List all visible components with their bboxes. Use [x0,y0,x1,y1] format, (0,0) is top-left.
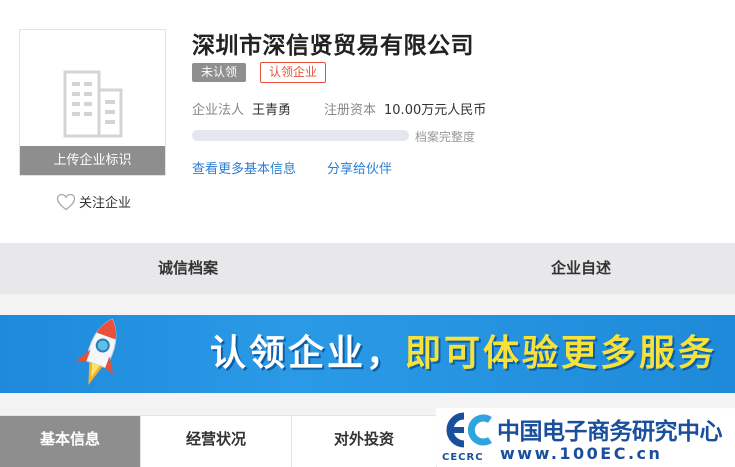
capital-row: 注册资本 10.00万元人民币 [324,99,486,118]
unclaimed-badge: 未认领 [192,63,247,82]
company-header: 上传企业标识 关注企业 深圳市深信贤贸易有限公司 未认领 认领企业 企业法人 王青… [0,0,735,243]
legal-person-label: 企业法人 [192,103,245,118]
watermark-abbr: CECRC [442,452,484,463]
upload-logo-button[interactable]: 上传企业标识 [20,146,165,175]
completeness-progress-bar [192,130,409,141]
tab-business-status[interactable]: 经营状况 [141,416,292,467]
banner-text-yellow: 即可体验更多服务 [405,333,718,374]
cecrc-logo-icon [446,412,492,448]
claim-company-button[interactable]: 认领企业 [260,62,327,83]
building-icon [63,70,123,138]
divider [0,294,735,315]
share-link[interactable]: 分享给伙伴 [327,158,392,177]
tab-self-description[interactable]: 企业自述 [481,243,681,294]
watermark-name: 中国电子商务研究中心 [497,419,723,445]
tab-credit-file[interactable]: 诚信档案 [88,243,288,294]
company-name: 深圳市深信贤贸易有限公司 [192,33,474,59]
tab-basic-info[interactable]: 基本信息 [0,416,141,467]
completeness-label: 档案完整度 [415,130,476,144]
claim-banner[interactable]: 认领企业，即可体验更多服务 [0,315,735,393]
heart-icon [56,193,76,210]
rocket-icon [75,318,117,385]
follow-label: 关注企业 [79,196,132,211]
legal-person-row: 企业法人 王青勇 [192,99,291,118]
banner-slogan: 认领企业，即可体验更多服务 [210,332,717,376]
capital-value: 10.00万元人民币 [384,103,487,118]
profile-tabs: 诚信档案 企业自述 [0,243,735,294]
tab-investments[interactable]: 对外投资 [292,416,437,467]
watermark-url: www.100EC.cn [500,444,663,463]
legal-person-value: 王青勇 [252,103,292,118]
capital-label: 注册资本 [324,103,377,118]
banner-text-white: 认领企业， [210,333,406,374]
watermark: CECRC 中国电子商务研究中心 www.100EC.cn [436,408,735,466]
company-logo-box[interactable]: 上传企业标识 [19,29,166,176]
more-info-link[interactable]: 查看更多基本信息 [192,158,296,177]
follow-company-button[interactable]: 关注企业 [56,192,131,211]
